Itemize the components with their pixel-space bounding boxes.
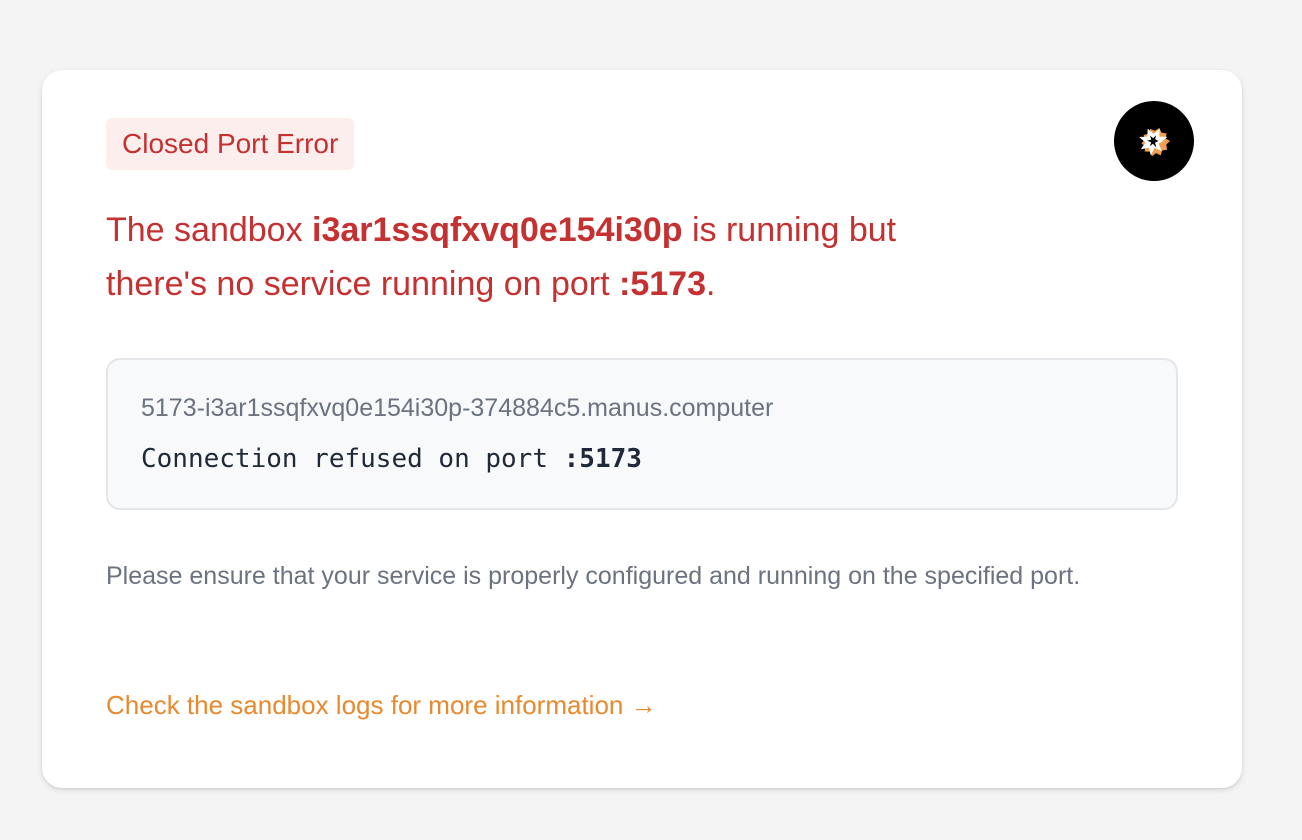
error-badge: Closed Port Error <box>106 118 355 170</box>
sandbox-logs-link[interactable]: Check the sandbox logs for more informat… <box>106 690 657 721</box>
connection-details: 5173-i3ar1ssqfxvq0e154i30p-374884c5.manu… <box>106 358 1178 510</box>
connection-message: Connection refused on port :5173 <box>141 444 642 474</box>
error-headline: The sandbox i3ar1ssqfxvq0e154i30p is run… <box>106 211 897 303</box>
error-card: Closed Port Error The sandbox i3ar1ssqfx… <box>42 70 1242 788</box>
port-number: :5173 <box>619 265 706 303</box>
sandbox-url: 5173-i3ar1ssqfxvq0e154i30p-374884c5.manu… <box>141 394 774 422</box>
sandbox-id: i3ar1ssqfxvq0e154i30p <box>312 211 683 249</box>
help-note: Please ensure that your service is prope… <box>106 562 1081 590</box>
manus-logo-icon <box>1114 101 1194 181</box>
connection-port: :5173 <box>563 444 642 474</box>
